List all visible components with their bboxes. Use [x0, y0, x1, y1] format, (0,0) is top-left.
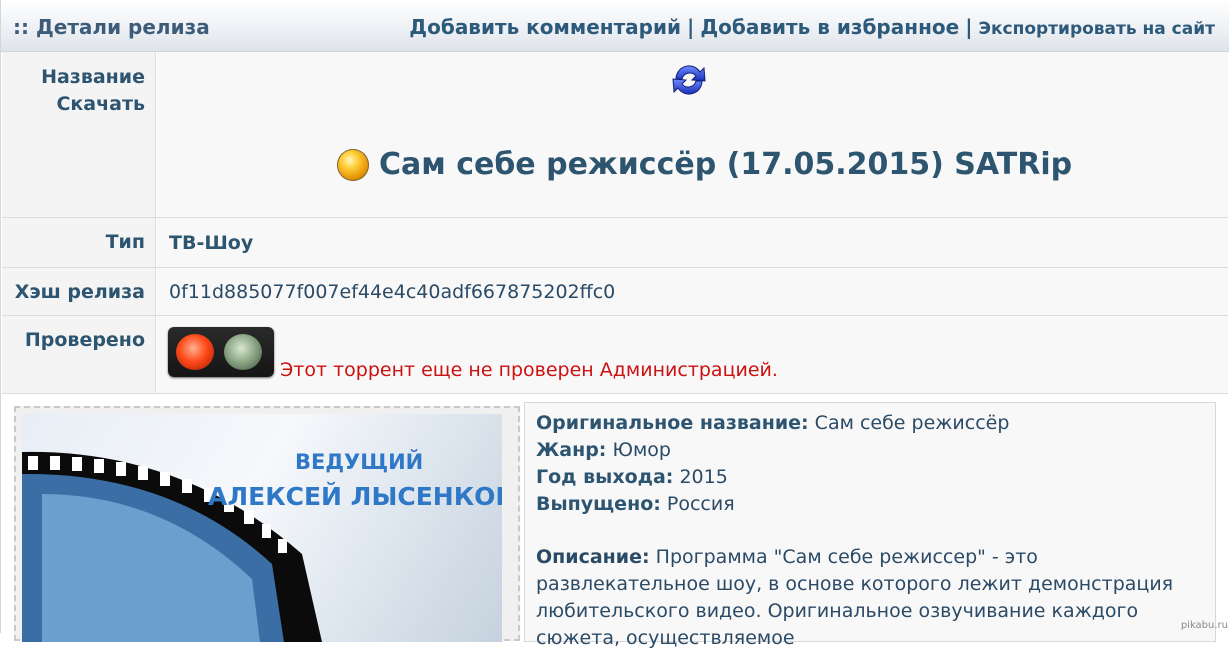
type-value-cell: ТВ-Шоу — [157, 218, 1228, 267]
row-label-cell: Хэш релиза — [2, 268, 156, 315]
hash-value-cell: 0f11d885077f007ef44e4c40adf667875202ffc0 — [157, 268, 1228, 315]
export-site-link[interactable]: Экспортировать на сайт — [979, 19, 1216, 39]
red-light — [176, 334, 214, 370]
verified-value-cell: Этот торрент еще не проверен Администрац… — [157, 316, 1228, 393]
released-label: Выпущено: — [536, 493, 661, 515]
hash-row: Хэш релиза 0f11d885077f007ef44e4c40adf66… — [2, 268, 1228, 316]
type-label: Тип — [105, 231, 145, 253]
year-label: Год выхода: — [536, 466, 674, 488]
traffic-light-icon — [168, 327, 274, 377]
add-comment-link[interactable]: Добавить комментарий — [409, 15, 681, 39]
refresh-icon[interactable] — [668, 59, 710, 101]
description-paragraph: Описание: Программа "Сам себе режиссер" … — [536, 544, 1208, 652]
name-row: Название Скачать Сам себе режиссёр (17.0… — [2, 52, 1228, 218]
watermark: pikabu.ru — [1180, 620, 1228, 631]
download-label: Скачать — [56, 93, 145, 115]
name-label: Название — [41, 66, 145, 88]
status-orb-icon — [337, 149, 369, 181]
release-details-panel: :: Детали релиза Добавить комментарий | До… — [0, 0, 1229, 649]
poster-frame: ВЕДУЩИЙ АЛЕКСЕЙ ЛЫСЕНКОВ — [14, 406, 520, 642]
green-light — [224, 334, 262, 370]
header-actions: Добавить комментарий | Добавить в избранно… — [409, 15, 1215, 39]
description-label: Описание: — [536, 546, 650, 568]
original-title-line: Оригинальное название: Сам себе режиссёр — [536, 412, 1009, 434]
genre-label: Жанр: — [536, 439, 607, 461]
panel-title: :: Детали релиза — [13, 15, 210, 39]
genre-line: Жанр: Юмор — [536, 439, 671, 461]
row-label-cell: Проверено — [2, 316, 156, 393]
poster-image[interactable]: ВЕДУЩИЙ АЛЕКСЕЙ ЛЫСЕНКОВ — [22, 414, 502, 642]
name-value-cell: Сам себе режиссёр (17.05.2015) SATRip — [157, 52, 1228, 217]
original-title-value: Сам себе режиссёр — [814, 412, 1010, 434]
separator: | — [965, 15, 973, 39]
genre-value: Юмор — [612, 439, 671, 461]
row-label-cell: Название Скачать — [2, 52, 156, 217]
year-line: Год выхода: 2015 — [536, 466, 728, 488]
info-box: Оригинальное название: Сам себе режиссёр… — [524, 402, 1216, 649]
released-line: Выпущено: Россия — [536, 493, 735, 515]
poster-caption-1: ВЕДУЩИЙ — [295, 450, 424, 474]
type-value: ТВ-Шоу — [169, 232, 254, 254]
verified-label: Проверено — [24, 329, 145, 351]
film-strip-graphic — [22, 451, 322, 642]
year-value: 2015 — [679, 466, 728, 488]
row-label-cell: Тип — [2, 218, 156, 267]
hash-label: Хэш релиза — [14, 281, 145, 303]
hash-value: 0f11d885077f007ef44e4c40adf667875202ffc0 — [169, 281, 616, 303]
verified-row: Проверено Этот торрент еще не проверен А… — [2, 316, 1228, 394]
panel-header: :: Детали релиза Добавить комментарий | До… — [1, 0, 1229, 52]
type-row: Тип ТВ-Шоу — [2, 218, 1228, 268]
released-value: Россия — [666, 493, 735, 515]
release-title-text[interactable]: Сам себе режиссёр (17.05.2015) SATRip — [379, 147, 1072, 182]
poster-caption-2: АЛЕКСЕЙ ЛЫСЕНКОВ — [208, 482, 502, 511]
release-title[interactable]: Сам себе режиссёр (17.05.2015) SATRip — [337, 147, 1072, 182]
separator: | — [687, 15, 695, 39]
add-favorite-link[interactable]: Добавить в избранное — [700, 15, 959, 39]
description-area: ВЕДУЩИЙ АЛЕКСЕЙ ЛЫСЕНКОВ Оригинальное на… — [2, 394, 1228, 649]
not-verified-text: Этот торрент еще не проверен Администрац… — [280, 359, 778, 381]
original-title-label: Оригинальное название: — [536, 412, 809, 434]
